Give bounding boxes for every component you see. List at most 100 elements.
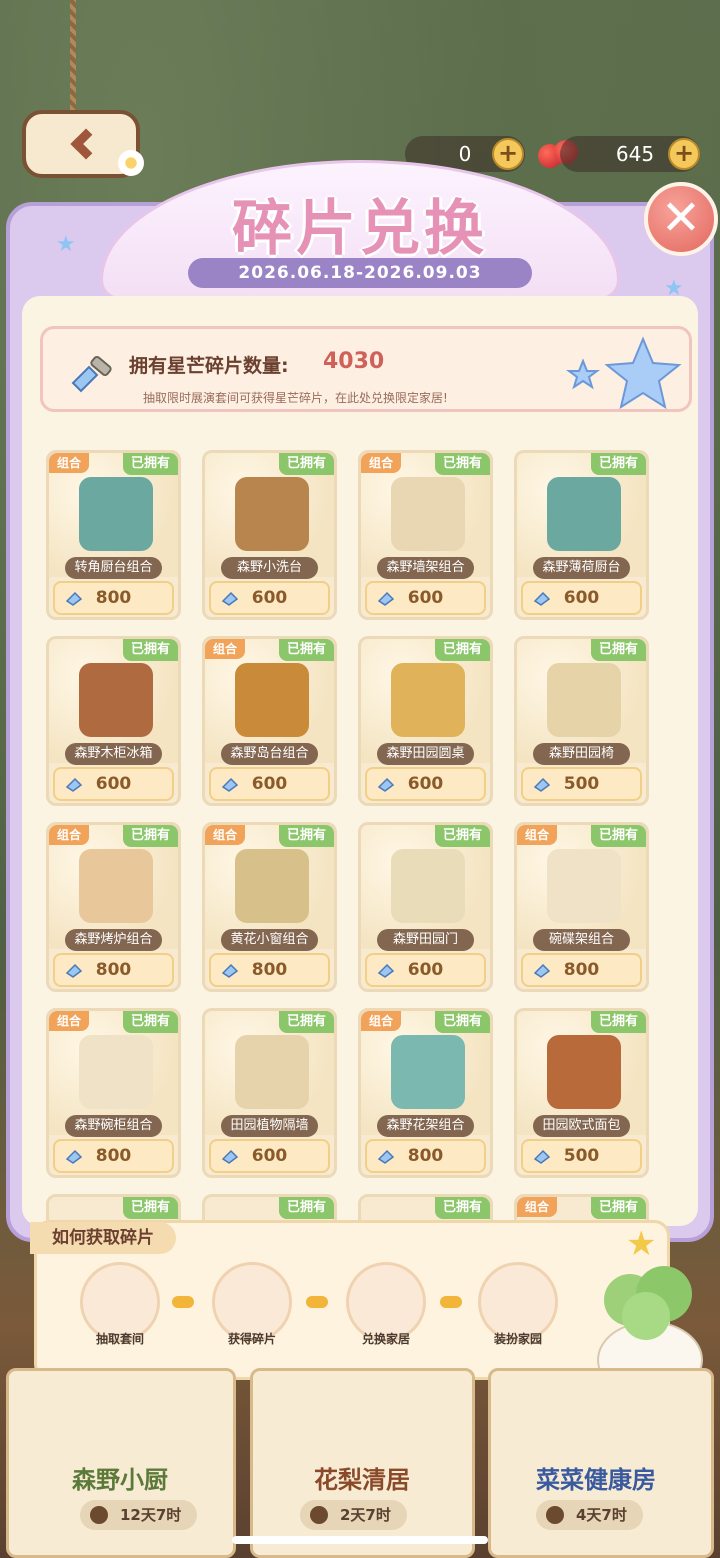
furniture-image — [235, 849, 309, 923]
furniture-item-card[interactable]: 组合 已拥有 森野碗柜组合 800 — [46, 1008, 181, 1178]
page-title: 碎片兑换 — [232, 194, 488, 264]
furniture-item-card[interactable]: 已拥有 森野小洗台 600 — [202, 450, 337, 620]
close-button[interactable]: ✕ — [644, 182, 718, 256]
item-price-button[interactable]: 800 — [53, 953, 174, 987]
item-price-value: 600 — [407, 774, 444, 794]
item-price-button[interactable]: 600 — [365, 581, 486, 615]
furniture-item-card[interactable]: 已拥有田园植物隔墙 600 — [202, 1008, 337, 1178]
furniture-item-card[interactable]: 已拥有 森野木柜冰箱 600 — [46, 636, 181, 806]
item-price-value: 500 — [563, 1146, 600, 1166]
item-name: 森野花架组合 — [377, 1115, 474, 1137]
furniture-image — [391, 1035, 465, 1109]
shard-icon — [533, 963, 551, 978]
furniture-image — [79, 849, 153, 923]
shard-icon — [377, 1149, 395, 1164]
shop-timer: 2天7时 — [300, 1500, 407, 1530]
item-name: 森野墙架组合 — [377, 557, 474, 579]
owned-badge: 已拥有 — [590, 1197, 646, 1219]
item-price-button[interactable]: 600 — [365, 767, 486, 801]
shard-icon — [377, 777, 395, 792]
item-name: 田园植物隔墙 — [221, 1115, 318, 1137]
furniture-item-card[interactable]: 已拥有 — [358, 1194, 493, 1220]
furniture-item-card[interactable]: 已拥有 组合 — [514, 1194, 649, 1220]
furniture-item-card[interactable]: 已拥有 田园欧式面包 500 — [514, 1008, 649, 1178]
furniture-image — [79, 1035, 153, 1109]
furniture-image — [79, 663, 153, 737]
item-price-value: 600 — [251, 774, 288, 794]
furniture-item-card[interactable]: 组合 已拥有 转角厨台组合 800 — [46, 450, 181, 620]
item-price-button[interactable]: 800 — [209, 953, 330, 987]
item-price-button[interactable]: 600 — [365, 953, 486, 987]
item-name: 森野田园门 — [377, 929, 474, 951]
furniture-image — [547, 663, 621, 737]
furniture-image — [235, 663, 309, 737]
item-name: 森野田园椅 — [533, 743, 630, 765]
item-price-button[interactable]: 800 — [365, 1139, 486, 1173]
shard-icon — [65, 777, 83, 792]
shard-icon — [377, 591, 395, 606]
shard-icon — [533, 777, 551, 792]
owned-badge: 已拥有 — [122, 453, 178, 475]
item-name: 森野碗柜组合 — [65, 1115, 162, 1137]
furniture-item-card[interactable]: 组合 已拥有 森野花架组合 800 — [358, 1008, 493, 1178]
item-name: 森野小洗台 — [221, 557, 318, 579]
combo-tag: 组合 — [49, 1011, 90, 1031]
add-token-button[interactable]: + — [492, 138, 524, 170]
item-price-value: 600 — [251, 588, 288, 608]
furniture-item-card[interactable]: 已拥有 森野田园圆桌 600 — [358, 636, 493, 806]
item-price-button[interactable]: 600 — [521, 581, 642, 615]
furniture-item-card[interactable]: 组合 已拥有 森野岛台组合 600 — [202, 636, 337, 806]
furniture-item-card[interactable]: 已拥有 — [46, 1194, 181, 1220]
item-price-button[interactable]: 600 — [209, 1139, 330, 1173]
combo-tag: 组合 — [361, 453, 402, 473]
furniture-image — [547, 477, 621, 551]
item-price-button[interactable]: 800 — [521, 953, 642, 987]
clock-icon — [310, 1506, 328, 1524]
furniture-item-card[interactable]: 已拥有 森野薄荷厨台 600 — [514, 450, 649, 620]
combo-tag: 组合 — [205, 639, 246, 659]
item-price-value: 600 — [95, 774, 132, 794]
arrow-right-icon — [440, 1296, 462, 1308]
item-name: 森野田园圆桌 — [377, 743, 474, 765]
furniture-item-card[interactable]: 已拥有森野田园椅 500 — [514, 636, 649, 806]
item-price-button[interactable]: 600 — [209, 581, 330, 615]
furniture-image — [391, 477, 465, 551]
furniture-image — [391, 849, 465, 923]
step-label: 兑换家居 — [361, 1332, 410, 1346]
item-price-button[interactable]: 600 — [209, 767, 330, 801]
combo-tag: 组合 — [517, 1197, 558, 1217]
furniture-item-card[interactable]: 已拥有 — [202, 1194, 337, 1220]
shard-count-label: 拥有星芒碎片数量: — [129, 355, 289, 377]
owned-badge: 已拥有 — [278, 1011, 334, 1033]
item-price-button[interactable]: 500 — [521, 1139, 642, 1173]
add-cherry-button[interactable]: + — [668, 138, 700, 170]
furniture-item-card[interactable]: 组合 已拥有 黄花小窗组合 800 — [202, 822, 337, 992]
shard-count-card: 拥有星芒碎片数量: 4030 抽取限时展演套间可获得星芒碎片，在此处兑换限定家居… — [40, 326, 692, 412]
hanging-rope — [70, 0, 76, 110]
owned-badge: 已拥有 — [590, 639, 646, 661]
shop-name: 菜菜健康房 — [536, 1466, 656, 1494]
furniture-item-card[interactable]: 组合 已拥有 碗碟架组合 800 — [514, 822, 649, 992]
furniture-item-card[interactable]: 组合 已拥有 森野烤炉组合 800 — [46, 822, 181, 992]
furniture-image — [391, 663, 465, 737]
owned-badge: 已拥有 — [122, 1197, 178, 1219]
owned-badge: 已拥有 — [590, 453, 646, 475]
shard-icon — [65, 591, 83, 606]
item-price-value: 600 — [251, 1146, 288, 1166]
furniture-item-card[interactable]: 已拥有 森野田园门 600 — [358, 822, 493, 992]
combo-tag: 组合 — [361, 1011, 402, 1031]
item-price-button[interactable]: 500 — [521, 767, 642, 801]
item-price-button[interactable]: 800 — [53, 581, 174, 615]
combo-tag: 组合 — [517, 825, 558, 845]
item-name: 森野木柜冰箱 — [65, 743, 162, 765]
shard-icon — [221, 777, 239, 792]
item-name: 黄花小窗组合 — [221, 929, 318, 951]
item-price-button[interactable]: 800 — [53, 1139, 174, 1173]
item-price-value: 800 — [251, 960, 288, 980]
owned-badge: 已拥有 — [278, 825, 334, 847]
item-price-value: 800 — [95, 588, 132, 608]
item-price-button[interactable]: 600 — [53, 767, 174, 801]
home-indicator[interactable] — [232, 1536, 488, 1544]
furniture-image — [79, 477, 153, 551]
furniture-item-card[interactable]: 组合 已拥有 森野墙架组合 600 — [358, 450, 493, 620]
